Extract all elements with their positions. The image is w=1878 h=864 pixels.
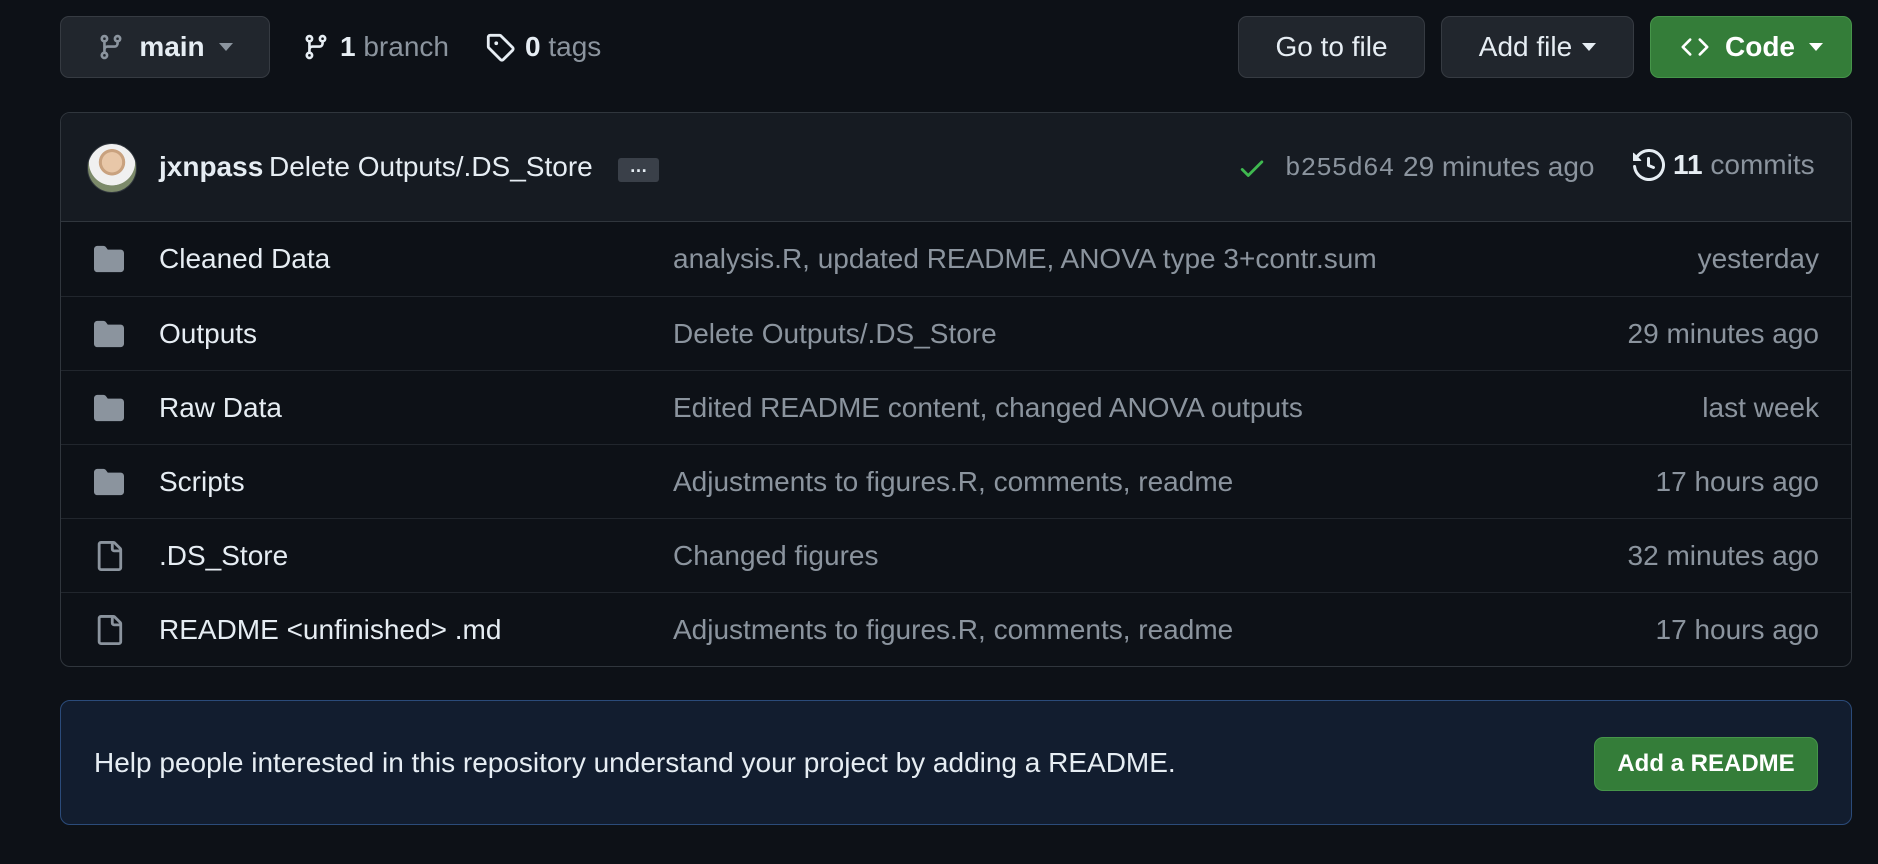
latest-commit-bar: jxnpass Delete Outputs/.DS_Store … b255d… — [61, 113, 1851, 222]
branch-count: 1 — [340, 31, 356, 62]
file-row[interactable]: Cleaned Data analysis.R, updated README,… — [61, 222, 1851, 296]
file-commit-message[interactable]: Adjustments to figures.R, comments, read… — [673, 466, 1233, 498]
folder-icon — [94, 320, 124, 348]
file-name[interactable]: .DS_Store — [159, 540, 288, 572]
commit-time: 29 minutes ago — [1403, 151, 1595, 182]
add-file-label: Add file — [1478, 31, 1573, 62]
folder-icon — [94, 245, 124, 273]
code-label: Code — [1725, 31, 1795, 62]
file-commit-message[interactable]: Changed figures — [673, 540, 878, 572]
tags-link[interactable]: 0 tags — [485, 16, 601, 78]
file-row[interactable]: .DS_Store Changed figures 32 minutes ago — [61, 518, 1851, 592]
expand-commit-button[interactable]: … — [618, 157, 659, 182]
chevron-down-icon — [1809, 43, 1823, 51]
check-icon[interactable] — [1237, 153, 1267, 183]
file-commit-message[interactable]: Delete Outputs/.DS_Store — [673, 318, 997, 350]
git-branch-icon — [100, 34, 122, 60]
file-row[interactable]: README <unfinished> .md Adjustments to f… — [61, 592, 1851, 666]
commits-history-link[interactable]: 11 commits — [1633, 149, 1815, 181]
folder-icon — [94, 394, 124, 422]
file-name[interactable]: Outputs — [159, 318, 257, 350]
file-name[interactable]: Raw Data — [159, 392, 282, 424]
file-icon — [97, 541, 123, 571]
chevron-down-icon — [1582, 43, 1597, 51]
tag-icon — [486, 33, 515, 62]
file-commit-time: 32 minutes ago — [1627, 540, 1819, 571]
tag-label: tags — [548, 31, 602, 62]
git-branch-icon — [305, 34, 327, 60]
file-name[interactable]: Cleaned Data — [159, 243, 330, 275]
branch-select-button[interactable]: main — [60, 16, 270, 78]
history-icon — [1633, 149, 1665, 181]
commit-message[interactable]: Delete Outputs/.DS_Store — [269, 151, 593, 183]
go-to-file-button[interactable]: Go to file — [1238, 16, 1425, 78]
file-list-box: jxnpass Delete Outputs/.DS_Store … b255d… — [60, 112, 1852, 667]
commit-sha[interactable]: b255d64 — [1285, 153, 1394, 183]
file-row[interactable]: Outputs Delete Outputs/.DS_Store 29 minu… — [61, 296, 1851, 370]
file-rows: Cleaned Data analysis.R, updated README,… — [61, 222, 1851, 666]
code-icon — [1681, 38, 1709, 56]
commit-label: commits — [1710, 149, 1815, 180]
file-commit-time: 17 hours ago — [1655, 614, 1819, 645]
repo-toolbar: main 1 branch 0 tags Go to file Add file… — [60, 16, 1852, 80]
add-file-button[interactable]: Add file — [1441, 16, 1634, 78]
tag-count: 0 — [525, 31, 541, 62]
file-commit-message[interactable]: analysis.R, updated README, ANOVA type 3… — [673, 243, 1377, 275]
file-name[interactable]: Scripts — [159, 466, 245, 498]
file-icon — [97, 615, 123, 645]
file-row[interactable]: Raw Data Edited README content, changed … — [61, 370, 1851, 444]
branch-label: branch — [363, 31, 449, 62]
readme-prompt-text: Help people interested in this repositor… — [94, 747, 1176, 778]
code-button[interactable]: Code — [1650, 16, 1852, 78]
avatar[interactable] — [87, 143, 137, 193]
chevron-down-icon — [218, 43, 233, 51]
add-readme-button[interactable]: Add a README — [1594, 737, 1818, 791]
file-commit-time: 29 minutes ago — [1627, 318, 1819, 349]
file-commit-time: last week — [1702, 392, 1819, 423]
branches-link[interactable]: 1 branch — [302, 16, 449, 78]
file-name[interactable]: README <unfinished> .md — [159, 614, 501, 646]
file-commit-message[interactable]: Edited README content, changed ANOVA out… — [673, 392, 1303, 424]
readme-prompt-box: Help people interested in this repositor… — [60, 700, 1852, 825]
file-commit-time: yesterday — [1697, 243, 1819, 274]
file-commit-time: 17 hours ago — [1655, 466, 1819, 497]
branch-name: main — [139, 31, 205, 62]
commit-author[interactable]: jxnpass — [159, 151, 263, 183]
file-commit-message[interactable]: Adjustments to figures.R, comments, read… — [673, 614, 1233, 646]
folder-icon — [94, 468, 124, 496]
commit-count: 11 — [1673, 149, 1703, 180]
file-row[interactable]: Scripts Adjustments to figures.R, commen… — [61, 444, 1851, 518]
